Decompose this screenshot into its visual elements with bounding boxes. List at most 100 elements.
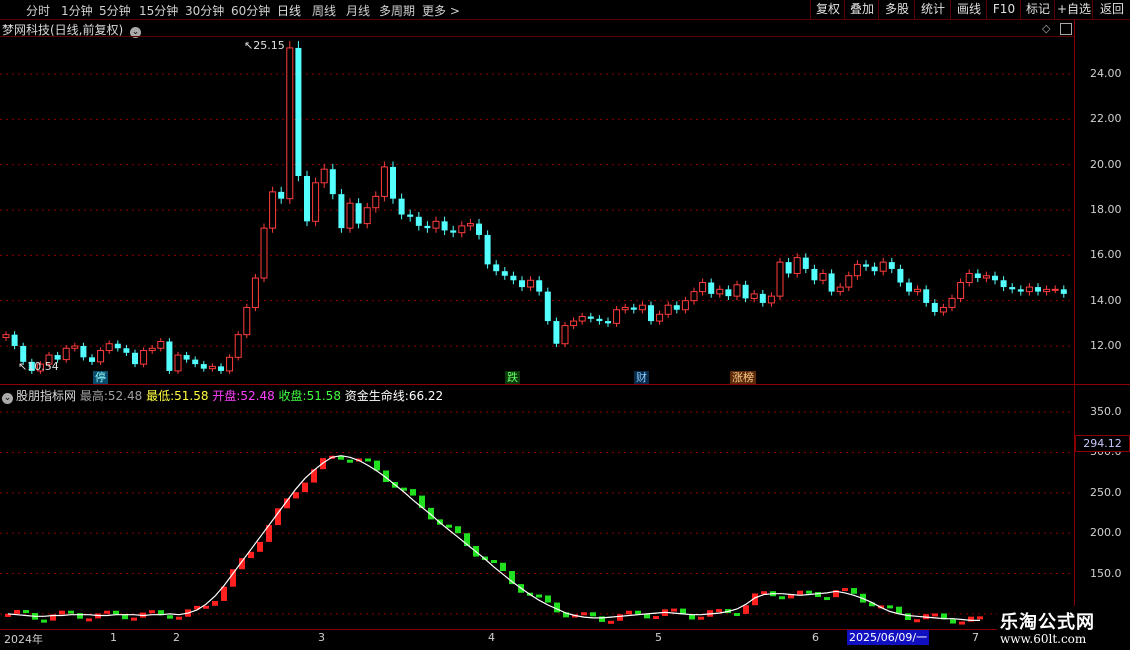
- candle-body: [269, 191, 277, 229]
- candle-body: [140, 350, 148, 365]
- candle-body: [630, 307, 637, 310]
- indicator-candle: [977, 616, 983, 620]
- candle-body: [132, 352, 138, 365]
- candle-body: [596, 318, 603, 322]
- toolbar-button-8[interactable]: 返回: [1092, 0, 1130, 19]
- candle-body: [304, 176, 310, 222]
- indicator-tick-4: 150.0: [1090, 566, 1122, 580]
- indicator-candle: [212, 600, 218, 606]
- candle-body: [114, 343, 121, 349]
- event-tag-rank[interactable]: 涨榜: [730, 371, 756, 384]
- candle-body: [982, 275, 990, 279]
- candle-body: [681, 300, 689, 311]
- indicator-candle: [410, 489, 416, 496]
- candle-body: [312, 182, 320, 222]
- candle-body: [234, 334, 242, 358]
- candle-body: [708, 282, 715, 294]
- price-tick-2: 20.00: [1090, 157, 1122, 171]
- candle-body: [1025, 286, 1033, 293]
- candle-body: [733, 284, 741, 297]
- candle-body: [828, 273, 835, 292]
- candle-body: [476, 223, 482, 235]
- price-tick-5: 14.00: [1090, 293, 1122, 307]
- indicator-candle: [446, 524, 452, 528]
- candle-body: [690, 291, 698, 302]
- candle-body: [105, 343, 113, 352]
- x-tick-0: 2024年: [4, 633, 43, 646]
- indicator-candle: [500, 562, 506, 572]
- candle-body: [906, 282, 912, 292]
- x-tick-4: 4: [488, 631, 495, 644]
- event-tag-drop[interactable]: 跌: [505, 371, 520, 384]
- indicator-candle: [905, 613, 911, 621]
- candle-body: [441, 221, 448, 231]
- candle-body: [759, 293, 766, 303]
- candle-body: [836, 286, 844, 293]
- candle-body: [398, 198, 405, 215]
- indicator-candle: [779, 596, 785, 600]
- price-tick-4: 16.00: [1090, 248, 1122, 262]
- watermark-url: www.60lt.com: [1000, 632, 1087, 646]
- candle-body: [251, 277, 259, 308]
- indicator-candle: [293, 492, 299, 499]
- indicator-candle: [896, 606, 902, 614]
- candle-body: [793, 257, 801, 274]
- date-box: 2025/06/09/一: [847, 630, 930, 645]
- candle-body: [97, 350, 105, 363]
- indicator-candle: [851, 588, 857, 594]
- indicator-candle: [230, 569, 236, 587]
- candle-body: [811, 268, 818, 281]
- event-tag-finance[interactable]: 财: [634, 371, 649, 384]
- candle-body: [853, 263, 861, 277]
- candle-body: [570, 320, 578, 327]
- candle-body: [923, 289, 930, 303]
- indicator-candle: [887, 605, 893, 609]
- x-tick-1: 1: [110, 631, 117, 644]
- indicator-candle: [545, 595, 551, 603]
- indicator-candle: [167, 615, 173, 619]
- candle-body: [613, 309, 621, 324]
- indicator-tick-2: 250.0: [1090, 485, 1122, 499]
- candle-body: [2, 334, 10, 338]
- candle-body: [767, 295, 775, 304]
- indicator-candle: [959, 621, 965, 625]
- candle-body: [415, 216, 422, 226]
- candle-body: [260, 227, 268, 279]
- indicator-candle: [455, 526, 461, 534]
- candle-body: [1043, 288, 1051, 293]
- candle-body: [80, 346, 87, 358]
- indicator-candle: [932, 613, 938, 617]
- candle-body: [363, 207, 371, 225]
- candle-body: [243, 306, 251, 336]
- candle-body: [458, 225, 466, 234]
- candle-body: [1017, 289, 1024, 292]
- candle-body: [536, 280, 543, 292]
- indicator-candle: [815, 592, 821, 598]
- candle-body: [914, 288, 922, 293]
- indicator-candle: [86, 618, 92, 622]
- candle-body: [501, 271, 508, 276]
- candle-body: [742, 284, 749, 299]
- indicator-candle: [59, 610, 65, 615]
- candle-body: [965, 272, 973, 284]
- indicator-candle: [797, 590, 803, 595]
- candle-body: [510, 275, 517, 281]
- indicator-candle: [626, 610, 632, 615]
- indicator-candle: [617, 614, 623, 621]
- candle-body: [699, 282, 707, 293]
- indicator-candle: [41, 619, 47, 623]
- candle-body: [148, 347, 156, 352]
- candle-body: [553, 321, 560, 344]
- indicator-candle: [653, 616, 659, 620]
- candle-body: [871, 266, 878, 272]
- candle-body: [346, 202, 354, 229]
- candle-body: [183, 355, 190, 360]
- candle-body: [89, 357, 95, 362]
- candle-body: [561, 325, 569, 345]
- candle-body: [544, 291, 551, 322]
- candle-body: [948, 297, 956, 308]
- event-tag-suspend[interactable]: 停: [93, 371, 108, 384]
- candle-body: [62, 347, 70, 361]
- candle-body: [664, 304, 672, 315]
- candle-body: [200, 364, 207, 369]
